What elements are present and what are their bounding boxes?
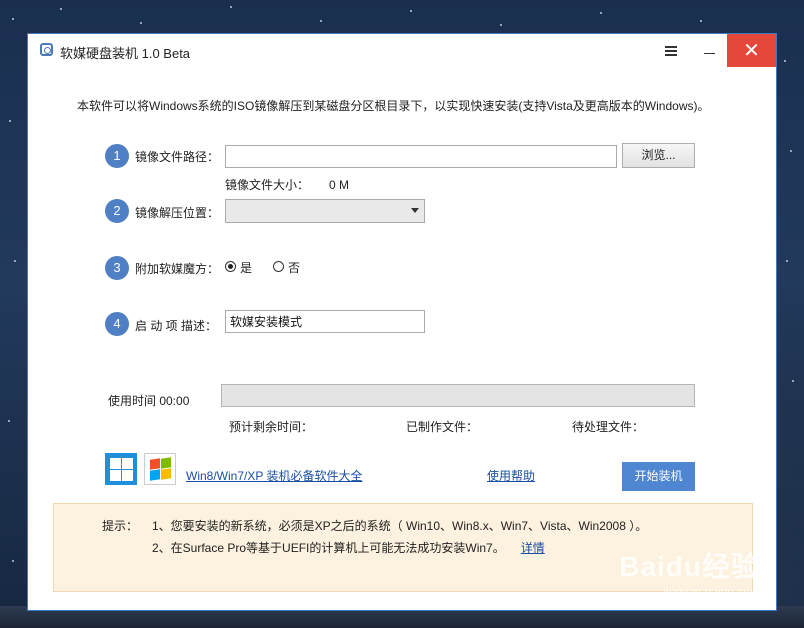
browse-button[interactable]: 浏览... xyxy=(622,143,695,168)
progress-bar xyxy=(221,384,695,407)
minimize-icon xyxy=(703,53,715,54)
minimize-button[interactable] xyxy=(692,34,726,67)
tip-line-1: 1、您要安装的新系统，必须是XP之后的系统（ Win10、Win8.x、Win7… xyxy=(152,519,648,533)
close-icon: ✕ xyxy=(743,40,760,62)
title-bar[interactable]: 软媒硬盘装机 1.0 Beta ✕ xyxy=(28,34,776,68)
magic-cube-no-label[interactable]: 否 xyxy=(288,259,300,276)
step-1-badge: 1 xyxy=(105,144,129,168)
magic-cube-no-radio[interactable] xyxy=(273,261,284,272)
windows7-logo-icon[interactable] xyxy=(144,453,176,485)
files-made-label: 已制作文件： xyxy=(406,420,479,434)
tip-line-2: 2、在Surface Pro等基于UEFI的计算机上可能无法成功安装Win7。 详… xyxy=(152,539,545,556)
elapsed-time-label: 使用时间 00:00 xyxy=(108,394,190,408)
app-icon xyxy=(40,43,53,56)
iso-size-row: 镜像文件大小： 0 M xyxy=(225,176,349,193)
detail-link[interactable]: 详情 xyxy=(521,541,545,555)
iso-size-label: 镜像文件大小： xyxy=(225,178,310,192)
watermark-url: jingyan.baidu.com xyxy=(663,585,760,599)
menu-button[interactable] xyxy=(654,34,688,67)
help-link[interactable]: 使用帮助 xyxy=(487,467,535,484)
remaining-time-label: 预计剩余时间： xyxy=(229,420,314,434)
extract-location-select[interactable] xyxy=(225,199,425,223)
baidu-watermark: Baidu经验 jingyan.baidu.com xyxy=(619,545,760,599)
hamburger-icon xyxy=(665,45,677,56)
step-2-badge: 2 xyxy=(105,199,129,223)
windows10-logo-icon[interactable] xyxy=(105,453,137,485)
step-4-badge: 4 xyxy=(105,312,129,336)
files-pending-label: 待处理文件： xyxy=(572,420,645,434)
step-3-badge: 3 xyxy=(105,256,129,280)
window-title: 软媒硬盘装机 1.0 Beta xyxy=(60,46,191,61)
iso-size-value: 0 M xyxy=(329,178,350,192)
magic-cube-label: 附加软媒魔方： xyxy=(135,262,220,276)
tip-line-2-text: 2、在Surface Pro等基于UEFI的计算机上可能无法成功安装Win7。 xyxy=(152,541,505,555)
boot-desc-label: 启 动 项 描述： xyxy=(135,319,218,333)
watermark-title: Baidu经验 xyxy=(619,551,760,582)
magic-cube-yes-radio[interactable] xyxy=(225,261,236,272)
app-window: 软媒硬盘装机 1.0 Beta ✕ 本软件可以将Windows系统的ISO镜像解… xyxy=(27,33,777,611)
intro-text: 本软件可以将Windows系统的ISO镜像解压到某磁盘分区根目录下，以实现快速安… xyxy=(77,99,710,113)
iso-path-input[interactable] xyxy=(225,145,617,168)
close-button[interactable]: ✕ xyxy=(727,34,776,67)
iso-path-label: 镜像文件路径： xyxy=(135,150,220,164)
magic-cube-yes-label[interactable]: 是 xyxy=(240,259,252,276)
software-collection-link[interactable]: Win8/Win7/XP 装机必备软件大全 xyxy=(186,467,362,484)
tips-heading: 提示： xyxy=(102,519,139,533)
start-install-button[interactable]: 开始装机 xyxy=(622,462,695,491)
extract-location-label: 镜像解压位置： xyxy=(135,206,220,220)
chevron-down-icon xyxy=(411,208,419,213)
boot-desc-input[interactable] xyxy=(225,310,425,333)
